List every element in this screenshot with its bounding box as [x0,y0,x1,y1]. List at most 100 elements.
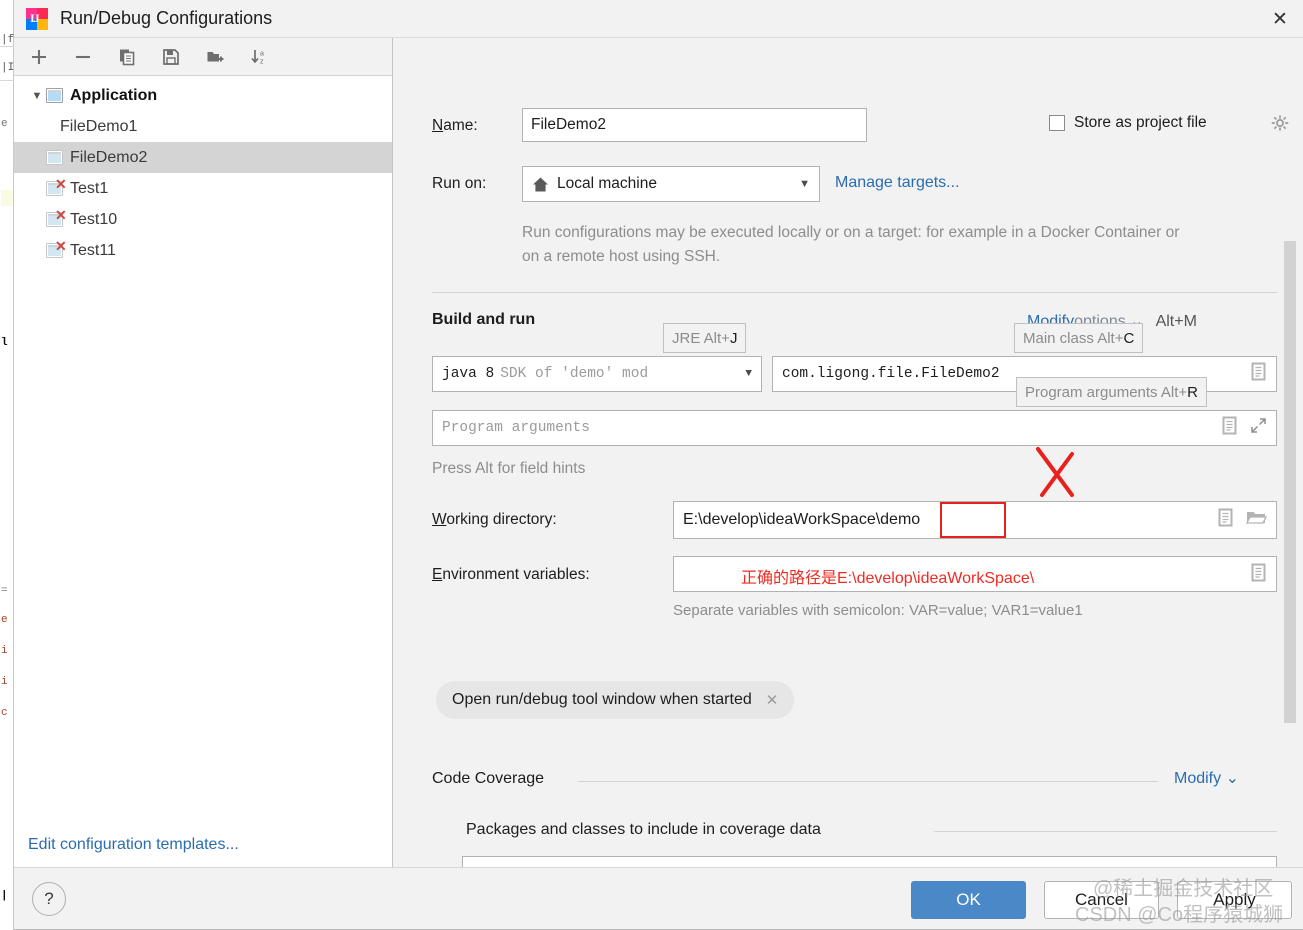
application-error-icon: ✕ [46,212,63,227]
tree-item-label: FileDemo1 [60,118,137,136]
hint-key: R [1187,384,1198,401]
chip-label: Open run/debug tool window when started [452,691,752,709]
store-as-project-file-checkbox[interactable]: Store as project file [1049,114,1207,132]
run-on-label: Run on: [432,175,486,193]
form-scrollbar[interactable] [1284,38,1296,868]
background-text: i [1,676,8,688]
configurations-toolbar: a z [14,38,392,76]
name-input[interactable]: FileDemo2 [522,108,867,142]
program-arguments-input[interactable]: Program arguments [432,410,1277,446]
close-icon[interactable]: ✕ [766,691,779,709]
main-class-value: com.ligong.file.FileDemo2 [782,366,1000,382]
scrollbar-thumb[interactable] [1284,241,1296,723]
tree-group-application[interactable]: ▼ Application [14,80,392,111]
sort-alpha-icon[interactable]: a z [246,44,272,70]
background-text: e [1,118,8,130]
expand-editor-icon[interactable] [1250,569,1267,586]
expand-arrows-icon[interactable] [1250,417,1267,439]
folder-add-icon[interactable] [202,44,228,70]
environment-variables-label: Environment variables: [432,566,590,584]
home-icon [532,176,549,193]
background-text: i [1,645,8,657]
application-error-icon: ✕ [46,181,63,196]
red-x-mark [1032,446,1080,498]
dialog-titlebar: IJ Run/Debug Configurations ✕ [14,0,1303,38]
expand-editor-icon[interactable] [1250,362,1267,386]
chevron-down-icon[interactable]: ▼ [745,368,752,380]
working-directory-value-prefix: E:\develop\ideaWorkSpace\ [683,511,880,529]
tree-item-label: Test11 [70,242,116,260]
tree-item-label: FileDemo2 [70,149,147,167]
hint-key: J [730,330,738,347]
expand-editor-icon[interactable] [1221,416,1238,440]
section-divider [432,292,1277,293]
alt-field-hints-text: Press Alt for field hints [432,460,585,478]
open-run-debug-tool-window-chip[interactable]: Open run/debug tool window when started … [436,681,794,719]
jre-combobox[interactable]: java 8 SDK of 'demo' mod ▼ [432,356,762,392]
packages-title: Packages and classes to include in cover… [466,821,821,839]
hint-text: Main class Alt+ [1023,330,1123,347]
intellij-idea-icon: IJ [26,8,48,30]
environment-variables-hint: Separate variables with semicolon: VAR=v… [673,602,1083,619]
svg-text:a: a [260,50,264,57]
background-text: |I [1,62,14,74]
run-on-value: Local machine [557,175,657,193]
configuration-form-panel: Name: FileDemo2 Store as project file Ru… [394,38,1303,868]
chinese-annotation-note: 正确的路径是E:\develop\ideaWorkSpace\ [741,564,1034,588]
ok-button[interactable]: OK [911,881,1026,919]
application-error-icon: ✕ [46,243,63,258]
main-class-shortcut-hint: Main class Alt+C [1014,323,1143,353]
jre-value: java 8 [442,366,494,382]
tree-item-test11[interactable]: ✕ Test11 [14,235,392,266]
working-directory-value-highlight: demo [880,511,920,529]
application-icon [46,88,63,103]
tree-item-label: Test1 [70,180,108,198]
code-coverage-title: Code Coverage [432,770,544,788]
tree-item-test10[interactable]: ✕ Test10 [14,204,392,235]
hint-key: C [1123,330,1134,347]
edit-configuration-templates-link[interactable]: Edit configuration templates... [28,836,239,854]
application-icon [46,150,63,165]
configurations-panel: a z ▼ Application FileDemo1 FileDem [14,38,393,868]
save-icon[interactable] [158,44,184,70]
tree-item-filedemo2[interactable]: FileDemo2 [14,142,392,173]
cancel-button[interactable]: Cancel [1044,881,1159,919]
close-icon[interactable]: ✕ [1257,0,1303,38]
apply-button[interactable]: Apply [1177,881,1292,919]
background-text: | [1,890,8,902]
name-label: Name: [432,117,478,135]
svg-text:z: z [260,58,264,65]
program-arguments-shortcut-hint: Program arguments Alt+R [1016,377,1207,407]
program-arguments-placeholder: Program arguments [442,420,590,436]
background-text: l [1,337,8,349]
configurations-tree: ▼ Application FileDemo1 FileDemo2 ✕ [14,76,392,266]
plus-icon[interactable] [26,44,52,70]
error-x-icon: ✕ [55,177,67,191]
store-as-project-file-label: Store as project file [1074,114,1207,132]
expand-editor-icon[interactable] [1217,508,1234,532]
checkbox-box[interactable] [1049,115,1065,131]
tree-item-test1[interactable]: ✕ Test1 [14,173,392,204]
error-x-icon: ✕ [55,239,67,253]
page-title: Run/Debug Configurations [60,8,272,29]
run-on-combobox[interactable]: Local machine ▼ [522,166,820,202]
dialog-button-bar: ? OK Cancel Apply [14,867,1303,929]
chevron-down-icon[interactable]: ▼ [28,87,46,105]
tree-item-filedemo1[interactable]: FileDemo1 [14,111,392,142]
minus-icon[interactable] [70,44,96,70]
background-text: c [1,707,8,719]
chevron-down-icon[interactable]: ▼ [799,178,810,190]
browse-folder-icon[interactable] [1246,509,1267,531]
working-directory-input[interactable]: E:\develop\ideaWorkSpace\demo [673,501,1277,539]
run-debug-configurations-dialog: IJ Run/Debug Configurations ✕ [14,0,1303,930]
copy-icon[interactable] [114,44,140,70]
tree-item-label: Test10 [70,211,117,229]
section-divider [578,781,1158,782]
help-button[interactable]: ? [32,882,66,916]
error-x-icon: ✕ [55,208,67,222]
manage-targets-link[interactable]: Manage targets... [835,174,960,192]
code-coverage-modify-link[interactable]: Modify ⌄ [1174,768,1239,788]
background-text: e [1,614,8,626]
section-divider [934,831,1277,832]
jre-value-detail: SDK of 'demo' mod [500,366,648,382]
